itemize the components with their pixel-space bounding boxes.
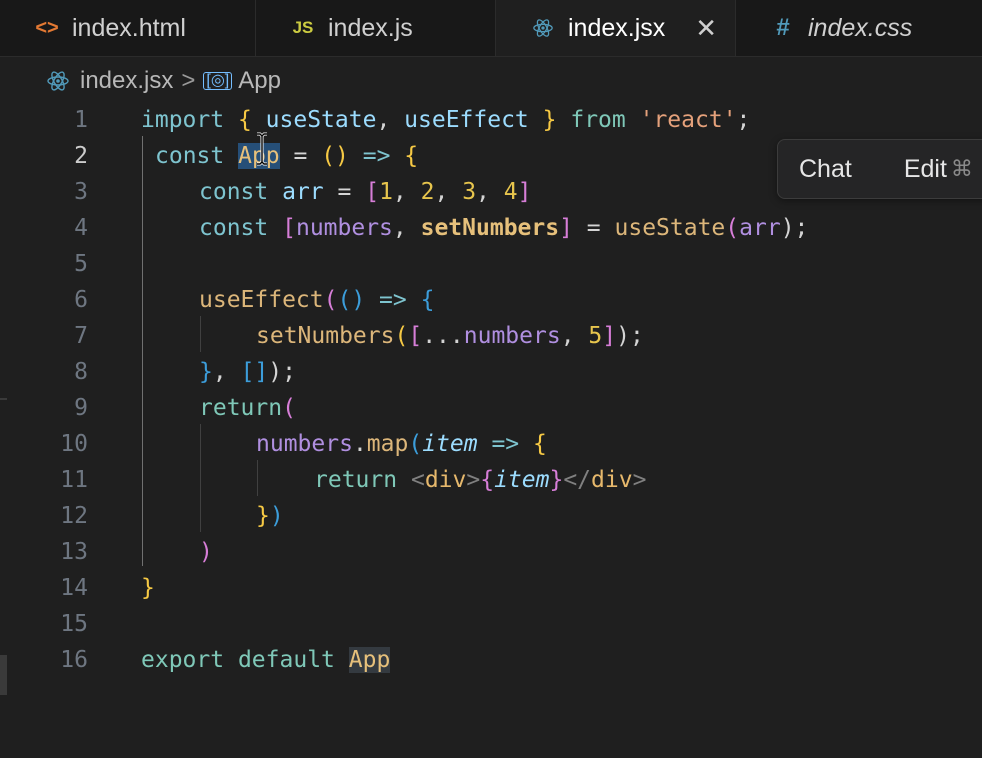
code-line: 9 return( [0, 390, 982, 426]
line-number: 9 [74, 395, 88, 421]
code-line: 15 [0, 606, 982, 642]
code-text: setNumbers([...numbers, 5]); [256, 323, 644, 349]
tab-label: index.html [72, 13, 186, 42]
line-number: 13 [60, 539, 88, 565]
symbol-icon: [◎] [203, 72, 233, 90]
line-number: 15 [60, 611, 88, 637]
code-text: return( [199, 395, 296, 421]
line-number: 5 [74, 251, 88, 277]
code-line: 10 numbers.map(item => { [0, 426, 982, 462]
line-number: 1 [74, 107, 88, 133]
code-text: const arr = [1, 2, 3, 4] [199, 179, 532, 205]
css-icon: # [776, 14, 790, 41]
line-number: 7 [74, 323, 88, 349]
code-text: const App = () => { [155, 143, 419, 169]
code-line: 4 const [numbers, setNumbers] = useState… [0, 210, 982, 246]
close-icon[interactable]: ✕ [695, 0, 717, 56]
tab-index-jsx[interactable]: index.jsx ✕ [496, 0, 736, 56]
code-line: 11 return <div>{item}</div> [0, 462, 982, 498]
line-number: 14 [60, 575, 88, 601]
line-number: 11 [60, 467, 88, 493]
react-icon [46, 69, 70, 93]
code-line: 13 ) [0, 534, 982, 570]
js-icon: JS [292, 18, 314, 37]
tab-bar: <> index.html JS index.js index.jsx ✕ # … [0, 0, 982, 57]
line-number: 12 [60, 503, 88, 529]
code-line: 6 useEffect(() => { [0, 282, 982, 318]
code-text: numbers.map(item => { [256, 431, 547, 457]
tab-index-html[interactable]: <> index.html [0, 0, 256, 56]
line-number: 3 [74, 179, 88, 205]
line-number: 4 [74, 215, 88, 241]
code-line: 16 export default App [0, 642, 982, 678]
chat-button[interactable]: Chat [799, 155, 852, 184]
code-text: ) [199, 539, 213, 565]
code-line: 7 setNumbers([...numbers, 5]); [0, 318, 982, 354]
code-text: useEffect(() => { [199, 287, 435, 313]
code-text: } [141, 575, 155, 601]
code-text: }, []); [199, 359, 296, 385]
tab-label: index.jsx [568, 13, 666, 42]
code-line: 12 }) [0, 498, 982, 534]
chevron-right-icon: > [181, 67, 196, 94]
line-number: 8 [74, 359, 88, 385]
line-number: 2 [74, 143, 88, 169]
command-key-icon: ⌘ [950, 156, 973, 181]
line-number: 6 [74, 287, 88, 313]
code-text: }) [256, 503, 284, 529]
code-line: 14 } [0, 570, 982, 606]
breadcrumb-symbol[interactable]: App [238, 67, 281, 95]
line-number: 10 [60, 431, 88, 457]
edit-button[interactable]: Edit [904, 155, 947, 184]
tab-label: index.js [328, 13, 413, 42]
code-line: 8 }, []); [0, 354, 982, 390]
code-line: 1 import { useState, useEffect } from 'r… [0, 102, 982, 138]
html-icon: <> [35, 16, 59, 39]
breadcrumb: index.jsx > [◎] App [46, 64, 281, 98]
tab-index-css[interactable]: # index.css [736, 0, 982, 56]
inline-action-popup: Chat Edit ⌘ [777, 139, 982, 199]
code-text: const [numbers, setNumbers] = useState(a… [199, 215, 809, 241]
breadcrumb-file[interactable]: index.jsx [80, 67, 173, 95]
tab-label: index.css [808, 13, 913, 42]
code-line: 5 [0, 246, 982, 282]
code-text: import { useState, useEffect } from 'rea… [141, 107, 751, 133]
line-number: 16 [60, 647, 88, 673]
code-text: export default App [141, 647, 391, 673]
code-editor[interactable]: 1 import { useState, useEffect } from 'r… [0, 102, 982, 758]
react-icon [532, 0, 554, 56]
text-cursor-icon [257, 132, 267, 166]
code-text: return <div>{item}</div> [314, 467, 647, 493]
tab-index-js[interactable]: JS index.js [256, 0, 496, 56]
